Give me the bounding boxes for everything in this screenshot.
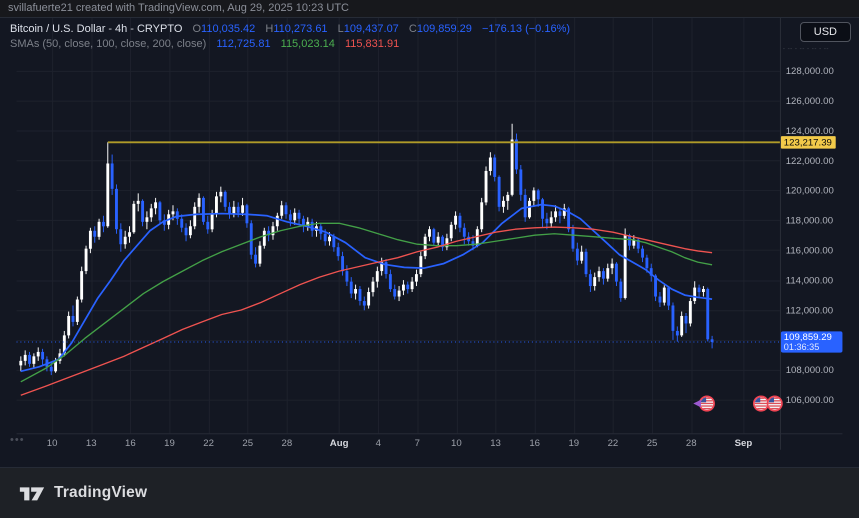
svg-text:19: 19 (568, 438, 579, 449)
svg-text:126,000.00: 126,000.00 (786, 96, 834, 107)
interval-label[interactable]: 4h (115, 23, 127, 35)
svg-text:28: 28 (282, 438, 293, 449)
symbol-title[interactable]: Bitcoin / U.S. Dollar (10, 23, 105, 35)
svg-text:22: 22 (608, 438, 619, 449)
exchange-label: CRYPTO (137, 23, 182, 35)
symbol-row: Bitcoin / U.S. Dollar-4h-CRYPTO O110,035… (10, 22, 570, 37)
close-value: 109,859.29 (417, 23, 472, 35)
chart-options-dots[interactable]: ••• (10, 434, 25, 446)
time-axis[interactable]: 10 13 16 19 22 25 28 Aug 4 7 10 13 16 19 22 25 28 Sep (47, 438, 753, 449)
svg-text:112,000.00: 112,000.00 (786, 305, 833, 316)
currency-toggle-button[interactable]: USD (800, 22, 851, 42)
open-key: O (192, 23, 201, 35)
close-key: C (409, 23, 417, 35)
svg-text:120,000.00: 120,000.00 (786, 186, 834, 197)
economic-event-icon[interactable] (700, 396, 714, 410)
sma100-line[interactable] (21, 223, 712, 382)
countdown-timer: 01:36:35 (784, 342, 820, 352)
dimmed-price-label: - -- - -- - -- - -- (783, 46, 829, 53)
svg-text:106,000.00: 106,000.00 (786, 395, 834, 406)
change-value: −176.13 (−0.16%) (482, 23, 570, 35)
attribution-text: svillafuerte21 created with TradingView.… (8, 2, 349, 14)
svg-text:28: 28 (686, 438, 697, 449)
svg-text:116,000.00: 116,000.00 (786, 246, 833, 257)
high-value: 110,273.61 (273, 23, 327, 35)
svg-text:25: 25 (242, 438, 253, 449)
economic-event-icon[interactable] (754, 396, 768, 410)
current-price-tag: 109,859.2901:36:35 (781, 331, 843, 352)
svg-text:16: 16 (125, 438, 136, 449)
svg-text:13: 13 (86, 438, 97, 449)
svg-text:10: 10 (47, 438, 58, 449)
svg-text:123,217.39: 123,217.39 (784, 138, 832, 149)
candles-layer (19, 124, 713, 375)
svg-text:Aug: Aug (330, 438, 349, 449)
svg-text:22: 22 (203, 438, 214, 449)
svg-text:118,000.00: 118,000.00 (786, 216, 833, 227)
svg-text:124,000.00: 124,000.00 (786, 126, 834, 137)
svg-text:19: 19 (164, 438, 175, 449)
sma-row: SMAs (50, close, 100, close, 200, close)… (10, 37, 570, 52)
attribution-bar: svillafuerte21 created with TradingView.… (0, 0, 859, 18)
chart-area[interactable]: 128,000.00 126,000.00 124,000.00 122,000.00… (0, 18, 859, 467)
svg-text:Sep: Sep (735, 438, 753, 449)
separator: - (130, 23, 134, 35)
svg-text:13: 13 (490, 438, 501, 449)
tradingview-logo-icon[interactable] (19, 483, 45, 504)
legend: Bitcoin / U.S. Dollar-4h-CRYPTO O110,035… (10, 22, 570, 52)
separator: - (108, 23, 112, 35)
price-tag-yellow: 123,217.39 (781, 136, 836, 149)
svg-text:16: 16 (529, 438, 540, 449)
svg-text:7: 7 (415, 438, 420, 449)
svg-text:128,000.00: 128,000.00 (786, 66, 834, 77)
svg-text:114,000.00: 114,000.00 (786, 275, 833, 286)
open-value: 110,035.42 (201, 23, 255, 35)
svg-text:122,000.00: 122,000.00 (786, 156, 834, 167)
sma100-value: 115,023.14 (281, 38, 335, 50)
event-arrow-icon (693, 400, 701, 408)
sma-indicator-label[interactable]: SMAs (50, close, 100, close, 200, close) (10, 38, 206, 50)
economic-event-icon[interactable] (768, 396, 782, 410)
grid-layer (17, 18, 780, 433)
svg-text:4: 4 (376, 438, 382, 449)
sma200-value: 115,831.91 (345, 38, 399, 50)
svg-text:25: 25 (647, 438, 658, 449)
svg-text:10: 10 (451, 438, 462, 449)
low-value: 109,437.07 (344, 23, 399, 35)
tradingview-brand-text[interactable]: TradingView (54, 484, 147, 502)
svg-text:108,000.00: 108,000.00 (786, 365, 834, 376)
price-chart[interactable]: 128,000.00 126,000.00 124,000.00 122,000.00… (0, 18, 859, 467)
footer: TradingView (0, 467, 859, 518)
sma50-value: 112,725.81 (216, 38, 270, 50)
